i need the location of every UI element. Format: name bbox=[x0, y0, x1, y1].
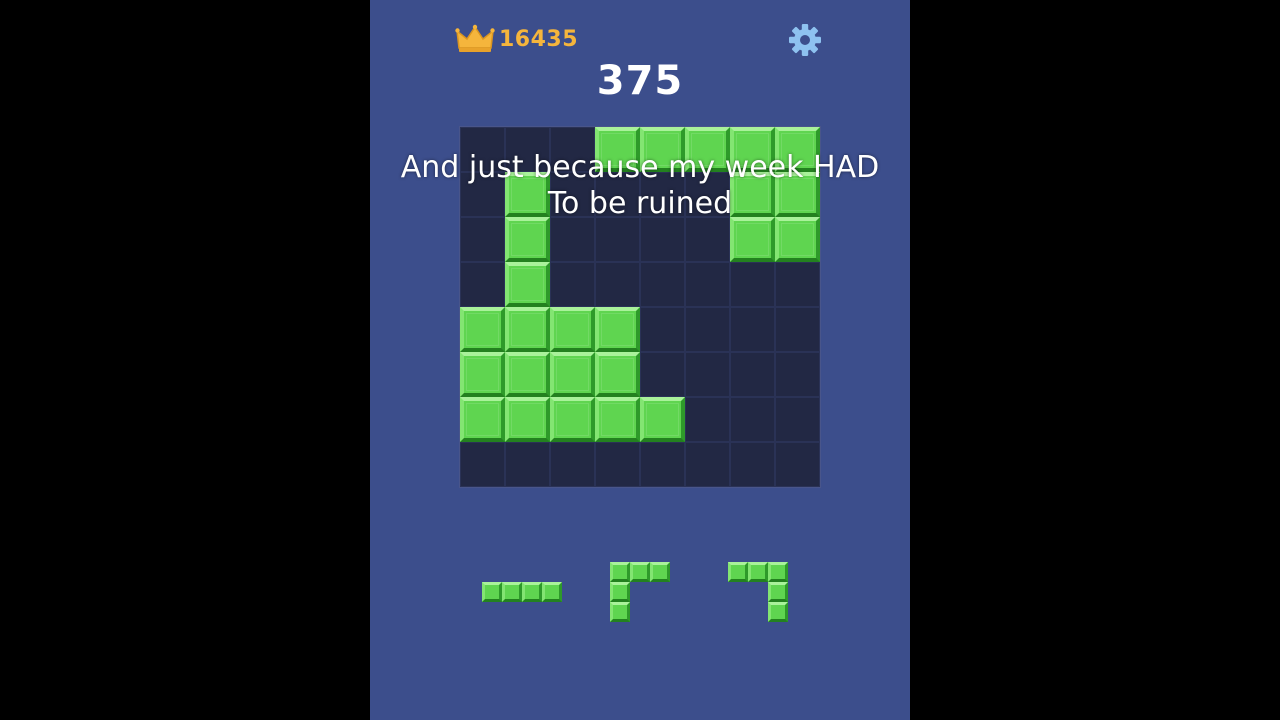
placed-block bbox=[505, 262, 550, 307]
board-cell[interactable] bbox=[595, 442, 640, 487]
board-cell[interactable] bbox=[775, 352, 820, 397]
video-caption: And just because my week HAD To be ruine… bbox=[370, 150, 910, 222]
piece-block bbox=[522, 582, 542, 602]
placed-block bbox=[550, 352, 595, 397]
board-cell[interactable] bbox=[595, 217, 640, 262]
piece-block bbox=[610, 582, 630, 602]
board-cell[interactable] bbox=[640, 307, 685, 352]
board-cell[interactable] bbox=[685, 442, 730, 487]
placed-block bbox=[460, 397, 505, 442]
board-cell[interactable] bbox=[640, 262, 685, 307]
placed-block bbox=[505, 217, 550, 262]
placed-block bbox=[595, 307, 640, 352]
piece-block bbox=[768, 562, 788, 582]
placed-block bbox=[505, 397, 550, 442]
board-cell[interactable] bbox=[505, 442, 550, 487]
piece-block bbox=[610, 562, 630, 582]
placed-block bbox=[775, 217, 820, 262]
placed-block bbox=[550, 307, 595, 352]
piece-block bbox=[748, 562, 768, 582]
piece-block bbox=[728, 562, 748, 582]
board-cell[interactable] bbox=[595, 262, 640, 307]
board-cell[interactable] bbox=[685, 307, 730, 352]
board-cell[interactable] bbox=[775, 307, 820, 352]
piece-block bbox=[502, 582, 522, 602]
board-cell[interactable] bbox=[640, 352, 685, 397]
board-cell[interactable] bbox=[775, 397, 820, 442]
placed-block bbox=[505, 352, 550, 397]
gear-icon[interactable] bbox=[788, 23, 822, 57]
board-cell[interactable] bbox=[730, 397, 775, 442]
placed-block bbox=[505, 307, 550, 352]
board-cell[interactable] bbox=[775, 262, 820, 307]
placed-block bbox=[595, 352, 640, 397]
board-cell[interactable] bbox=[640, 442, 685, 487]
placed-block bbox=[460, 352, 505, 397]
board-cell[interactable] bbox=[730, 307, 775, 352]
game-screen: 16435 375 And just because my week HAD T… bbox=[370, 0, 910, 720]
best-score-value: 16435 bbox=[499, 26, 579, 52]
piece-block bbox=[542, 582, 562, 602]
caption-line-1: And just because my week HAD bbox=[400, 150, 880, 185]
placed-block bbox=[730, 217, 775, 262]
board-cell[interactable] bbox=[775, 442, 820, 487]
best-score: 16435 bbox=[455, 22, 578, 56]
board-cell[interactable] bbox=[550, 442, 595, 487]
placed-block bbox=[460, 307, 505, 352]
caption-line-2: To be ruined bbox=[547, 186, 733, 221]
board-cell[interactable] bbox=[730, 442, 775, 487]
piece-block bbox=[650, 562, 670, 582]
board-cell[interactable] bbox=[685, 397, 730, 442]
board-cell[interactable] bbox=[460, 262, 505, 307]
board-cell[interactable] bbox=[640, 217, 685, 262]
board-cell[interactable] bbox=[730, 352, 775, 397]
board-cell[interactable] bbox=[460, 217, 505, 262]
piece-block bbox=[768, 582, 788, 602]
board-cell[interactable] bbox=[685, 352, 730, 397]
board-cell[interactable] bbox=[460, 442, 505, 487]
piece-block bbox=[610, 602, 630, 622]
board-cell[interactable] bbox=[550, 262, 595, 307]
piece-block bbox=[482, 582, 502, 602]
piece-block bbox=[630, 562, 650, 582]
placed-block bbox=[640, 397, 685, 442]
current-score: 375 bbox=[596, 58, 684, 104]
board-cell[interactable] bbox=[730, 262, 775, 307]
placed-block bbox=[595, 397, 640, 442]
crown-icon bbox=[455, 24, 495, 52]
board-cell[interactable] bbox=[685, 262, 730, 307]
piece-block bbox=[768, 602, 788, 622]
board-cell[interactable] bbox=[550, 217, 595, 262]
board-cell[interactable] bbox=[685, 217, 730, 262]
placed-block bbox=[550, 397, 595, 442]
